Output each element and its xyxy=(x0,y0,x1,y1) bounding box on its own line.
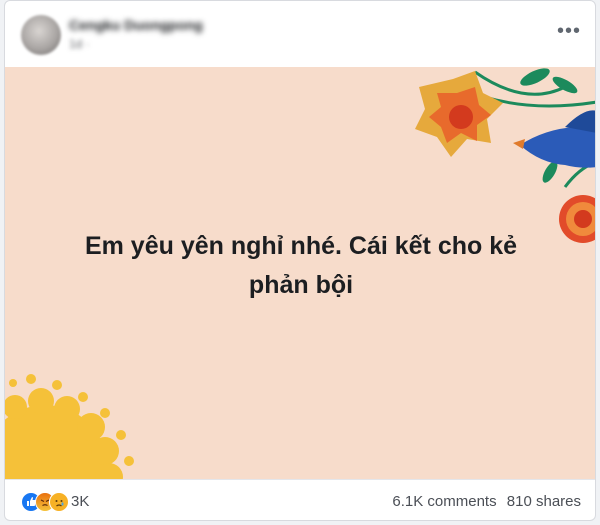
post-stats: 6.1K comments 810 shares xyxy=(386,493,581,510)
post-meta[interactable]: 1d · xyxy=(69,37,90,51)
post-footer: 3K 6.1K comments 810 shares xyxy=(5,479,595,520)
bird-decoration xyxy=(513,110,595,168)
post-text: Em yêu yên nghỉ nhé. Cái kết cho kẻ phản… xyxy=(5,227,595,305)
reaction-count[interactable]: 3K xyxy=(71,493,89,510)
post-background: Em yêu yên nghỉ nhé. Cái kết cho kẻ phản… xyxy=(5,67,595,479)
author-name[interactable]: Cengku Duongpong xyxy=(69,17,203,33)
more-options-icon[interactable]: ••• xyxy=(557,21,581,41)
post-text-line-2: phản bội xyxy=(248,271,354,299)
comments-count[interactable]: 6.1K comments xyxy=(392,493,496,510)
post-card: Cengku Duongpong 1d · ••• Em yêu yên ngh… xyxy=(4,0,596,521)
flower-orange-decoration xyxy=(415,71,503,157)
post-text-line-1: Em yêu yên nghỉ nhé. Cái kết cho kẻ xyxy=(84,232,518,260)
sad-icon xyxy=(49,492,69,512)
post-header: Cengku Duongpong 1d · ••• xyxy=(5,1,595,67)
sun-decoration xyxy=(5,374,134,479)
shares-count[interactable]: 810 shares xyxy=(507,493,581,510)
avatar[interactable] xyxy=(21,15,61,55)
